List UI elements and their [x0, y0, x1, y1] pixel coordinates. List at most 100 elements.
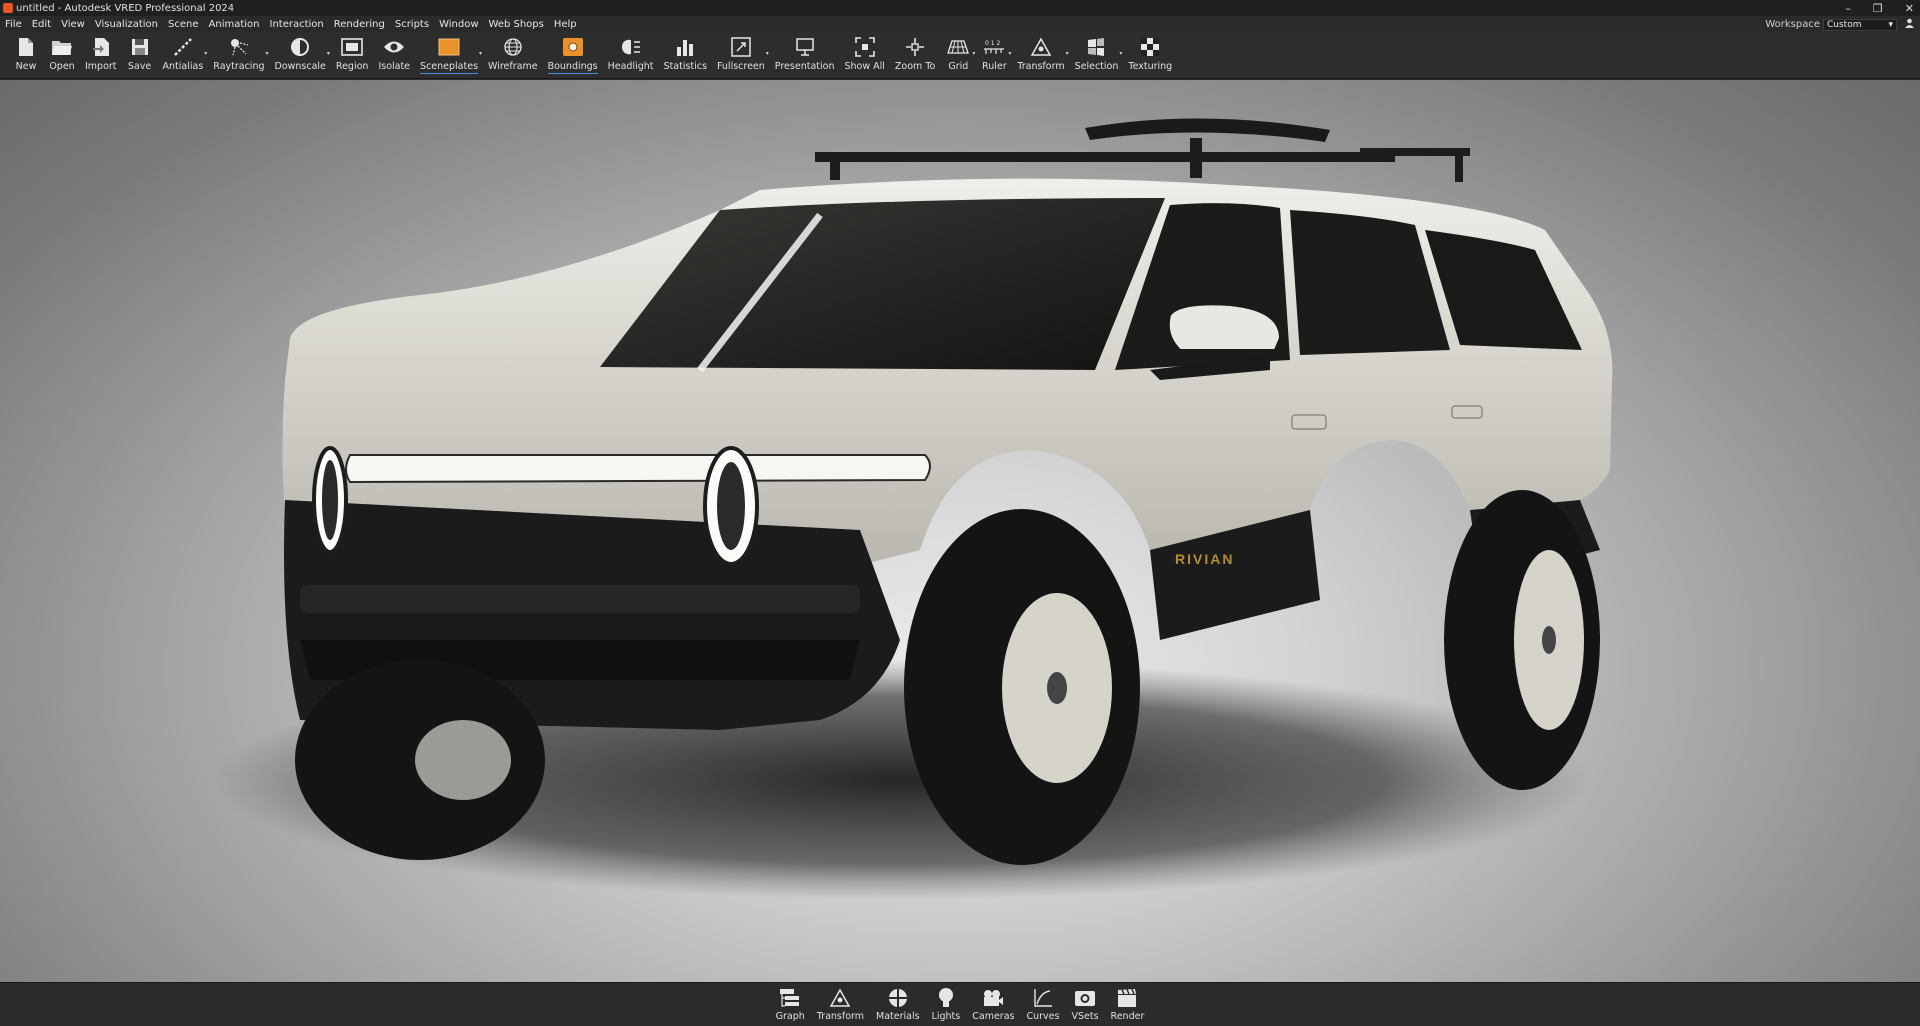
workspace-label: Workspace	[1765, 19, 1820, 30]
vsets-button[interactable]: VSets	[1065, 983, 1104, 1022]
menu-window[interactable]: Window	[434, 19, 483, 30]
dropdown-arrow-icon: ▾	[326, 50, 330, 57]
front-right-wheel	[904, 509, 1140, 865]
open-label: Open	[49, 61, 75, 72]
new-file-icon	[13, 35, 39, 59]
sceneplates-button[interactable]: Sceneplates ▾	[415, 32, 483, 74]
render-clapper-icon	[1115, 987, 1139, 1009]
workspace-select[interactable]: Custom ▾	[1823, 18, 1897, 31]
graph-button[interactable]: Graph	[770, 983, 811, 1022]
isolate-button[interactable]: Isolate	[373, 32, 415, 73]
lights-bulb-icon	[934, 987, 958, 1009]
open-button[interactable]: Open	[44, 32, 80, 73]
grid-button[interactable]: Grid ▾	[940, 32, 976, 73]
sceneplates-icon	[436, 35, 462, 59]
headlight-button[interactable]: Headlight	[603, 32, 659, 73]
curves-label: Curves	[1026, 1011, 1060, 1022]
menu-help[interactable]: Help	[549, 19, 582, 30]
raytracing-button[interactable]: Raytracing ▾	[208, 32, 269, 73]
save-disk-icon	[127, 35, 153, 59]
render-label: Render	[1110, 1011, 1145, 1022]
menu-visualization[interactable]: Visualization	[90, 19, 163, 30]
antialias-button[interactable]: Antialias ▾	[158, 32, 209, 73]
workspace-value: Custom	[1827, 19, 1862, 30]
menu-scripts[interactable]: Scripts	[390, 19, 434, 30]
curves-button[interactable]: Curves	[1020, 983, 1065, 1022]
dropdown-arrow-icon: ▾	[1119, 50, 1123, 57]
zoom-to-icon	[902, 35, 928, 59]
curves-icon	[1031, 987, 1055, 1009]
transform-button[interactable]: Transform ▾	[1012, 32, 1069, 73]
antialias-label: Antialias	[162, 61, 204, 72]
boundings-button[interactable]: Boundings	[543, 32, 603, 74]
presentation-label: Presentation	[774, 61, 835, 72]
menu-scene[interactable]: Scene	[163, 19, 204, 30]
dropdown-arrow-icon: ▾	[204, 50, 208, 57]
fullscreen-icon	[728, 35, 754, 59]
show-all-label: Show All	[844, 61, 885, 72]
grid-icon	[945, 35, 971, 59]
presentation-button[interactable]: Presentation	[770, 32, 840, 73]
raytracing-icon	[226, 35, 252, 59]
downscale-label: Downscale	[274, 61, 326, 72]
graph-label: Graph	[775, 1011, 805, 1022]
menu-edit[interactable]: Edit	[27, 19, 56, 30]
statistics-bar-icon	[672, 35, 698, 59]
menu-rendering[interactable]: Rendering	[329, 19, 390, 30]
render-viewport[interactable]: RIVIAN	[0, 80, 1920, 982]
menu-web-shops[interactable]: Web Shops	[484, 19, 549, 30]
selection-icon	[1083, 35, 1109, 59]
statistics-button[interactable]: Statistics	[659, 32, 712, 73]
show-all-button[interactable]: Show All	[839, 32, 889, 73]
region-button[interactable]: Region	[331, 32, 374, 73]
render-button[interactable]: Render	[1105, 983, 1151, 1022]
wireframe-button[interactable]: Wireframe	[483, 32, 543, 73]
menu-interaction[interactable]: Interaction	[265, 19, 329, 30]
statistics-label: Statistics	[663, 61, 707, 72]
dropdown-arrow-icon: ▾	[1065, 50, 1069, 57]
cameras-button[interactable]: Cameras	[966, 983, 1020, 1022]
antialias-icon	[170, 35, 196, 59]
new-button[interactable]: New	[8, 32, 44, 73]
isolate-eye-icon	[381, 35, 407, 59]
fullscreen-button[interactable]: Fullscreen ▾	[712, 32, 770, 73]
materials-icon	[886, 987, 910, 1009]
import-label: Import	[85, 61, 117, 72]
transform-module-button[interactable]: Transform	[811, 983, 870, 1022]
transform-icon	[828, 987, 852, 1009]
import-icon	[88, 35, 114, 59]
vred-app-icon	[3, 3, 13, 13]
restore-button[interactable]: ❐	[1873, 2, 1883, 15]
lights-button[interactable]: Lights	[926, 983, 967, 1022]
user-account-icon[interactable]	[1905, 18, 1914, 31]
rear-right-wheel	[1444, 490, 1600, 790]
zoom-to-button[interactable]: Zoom To	[890, 32, 940, 73]
boundings-icon	[560, 35, 586, 59]
texturing-button[interactable]: Texturing	[1123, 32, 1177, 73]
sceneplates-label: Sceneplates	[420, 61, 479, 74]
module-dock: Graph Transform Materials Lights Cameras…	[0, 982, 1920, 1026]
vsets-icon	[1073, 987, 1097, 1009]
roof-rack	[815, 118, 1470, 182]
window-title: untitled - Autodesk VRED Professional 20…	[16, 2, 235, 14]
open-folder-icon	[49, 35, 75, 59]
close-button[interactable]: ✕	[1905, 2, 1914, 15]
menu-file[interactable]: File	[0, 19, 27, 30]
import-button[interactable]: Import	[80, 32, 122, 73]
texturing-checker-icon	[1137, 35, 1163, 59]
save-button[interactable]: Save	[122, 32, 158, 73]
ruler-button[interactable]: 0 1 2 Ruler ▾	[976, 32, 1012, 73]
materials-button[interactable]: Materials	[870, 983, 926, 1022]
selection-button[interactable]: Selection ▾	[1070, 32, 1124, 73]
ruler-icon: 0 1 2	[981, 35, 1007, 59]
wireframe-label: Wireframe	[488, 61, 538, 72]
minimize-button[interactable]: –	[1845, 2, 1851, 15]
front-left-wheel	[295, 660, 545, 860]
menu-animation[interactable]: Animation	[204, 19, 265, 30]
title-bar: untitled - Autodesk VRED Professional 20…	[0, 0, 1920, 16]
menu-view[interactable]: View	[56, 19, 90, 30]
transform-icon	[1028, 35, 1054, 59]
zoom-to-label: Zoom To	[894, 61, 936, 72]
downscale-button[interactable]: Downscale ▾	[270, 32, 331, 73]
headlight-icon	[618, 35, 644, 59]
